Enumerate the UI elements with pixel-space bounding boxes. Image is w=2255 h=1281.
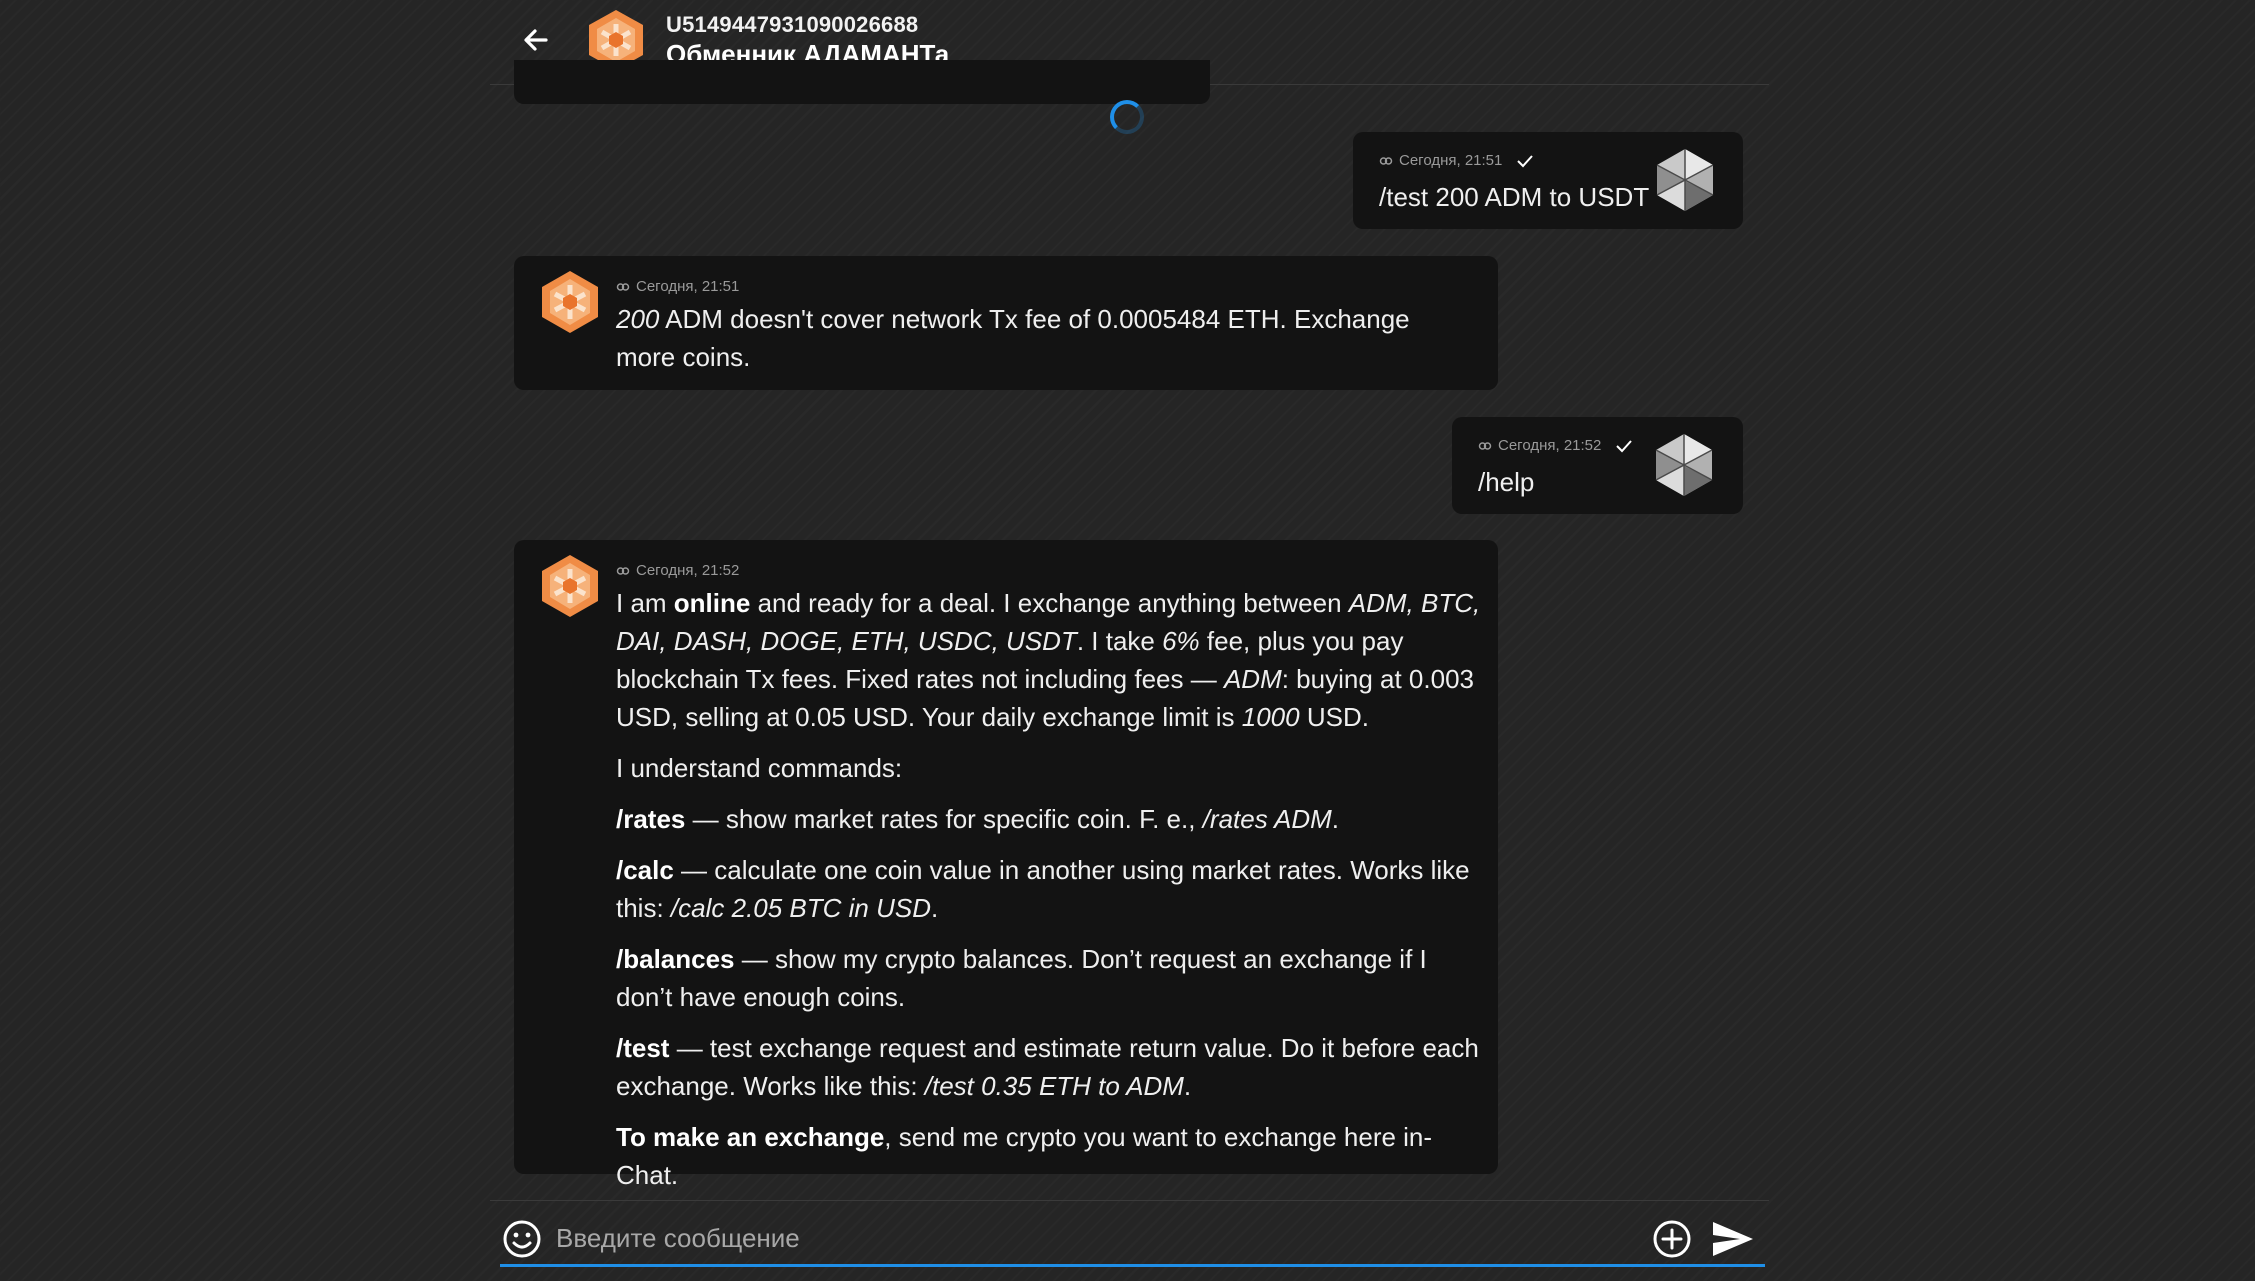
command-balances: /balances — show my crypto balances. Don… xyxy=(616,944,1427,1012)
delivered-check-icon xyxy=(1616,439,1633,452)
adm-label: ADM xyxy=(1223,664,1282,694)
message-time: Сегодня, 21:51 xyxy=(636,278,740,295)
message-text: /help xyxy=(1478,467,1535,497)
message-text-rest: ADM doesn't cover network Tx fee of 0.00… xyxy=(616,304,1410,372)
message-meta: Сегодня, 21:52 xyxy=(1478,437,1633,454)
help-intro-paragraph: I am online and ready for a deal. I exch… xyxy=(616,588,1481,732)
message-meta: Сегодня, 21:52 xyxy=(616,562,739,579)
message-text: 200 ADM doesn't cover network Tx fee of … xyxy=(616,300,1476,376)
chain-link-icon xyxy=(1379,156,1393,165)
exchange-instruction: To make an exchange, send me crypto you … xyxy=(616,1122,1433,1190)
loading-spinner xyxy=(1110,100,1144,134)
command-calc: /calc — calculate one coin value in anot… xyxy=(616,855,1470,923)
input-focus-underline xyxy=(500,1264,1765,1267)
chat-user-id: U5149447931090026688 xyxy=(666,12,919,37)
bot-avatar[interactable] xyxy=(538,552,602,620)
message-bubble-incoming: Сегодня, 21:51 200 ADM doesn't cover net… xyxy=(514,256,1498,390)
chain-link-icon xyxy=(1478,441,1492,450)
message-bubble-outgoing: Сегодня, 21:52 /help xyxy=(1452,417,1743,514)
message-input[interactable] xyxy=(554,1215,1618,1261)
command-rates: /rates — show market rates for specific … xyxy=(616,804,1339,834)
back-arrow-icon[interactable] xyxy=(516,20,556,60)
online-status: online xyxy=(673,588,751,618)
amount-value: 200 xyxy=(616,304,660,334)
limit-value: 1000 xyxy=(1241,702,1300,732)
message-time: Сегодня, 21:51 xyxy=(1399,152,1503,169)
message-meta: Сегодня, 21:51 xyxy=(1379,152,1534,169)
fee-value: 6% xyxy=(1162,626,1200,656)
command-test: /test — test exchange request and estima… xyxy=(616,1033,1479,1101)
delivered-check-icon xyxy=(1517,154,1534,167)
message-time: Сегодня, 21:52 xyxy=(1498,437,1602,454)
previous-message-bubble xyxy=(514,60,1210,104)
chain-link-icon xyxy=(616,566,630,575)
user-avatar[interactable] xyxy=(1652,431,1716,499)
message-time: Сегодня, 21:52 xyxy=(636,562,740,579)
message-meta: Сегодня, 21:51 xyxy=(616,278,739,295)
user-avatar[interactable] xyxy=(1653,146,1717,214)
send-icon[interactable] xyxy=(1710,1219,1756,1259)
chain-link-icon xyxy=(616,282,630,291)
help-message-text: I am online and ready for a deal. I exch… xyxy=(616,584,1486,1207)
bot-avatar[interactable] xyxy=(538,268,602,336)
add-attachment-icon[interactable] xyxy=(1652,1219,1692,1259)
message-text: /test 200 ADM to USDT xyxy=(1379,182,1650,212)
message-bubble-incoming: Сегодня, 21:52 I am online and ready for… xyxy=(514,540,1498,1190)
commands-heading: I understand commands: xyxy=(616,753,903,783)
emoji-icon[interactable] xyxy=(502,1219,542,1259)
message-input-bar xyxy=(490,1200,1769,1281)
message-bubble-outgoing: Сегодня, 21:51 /test 200 ADM to USDT xyxy=(1353,132,1743,229)
